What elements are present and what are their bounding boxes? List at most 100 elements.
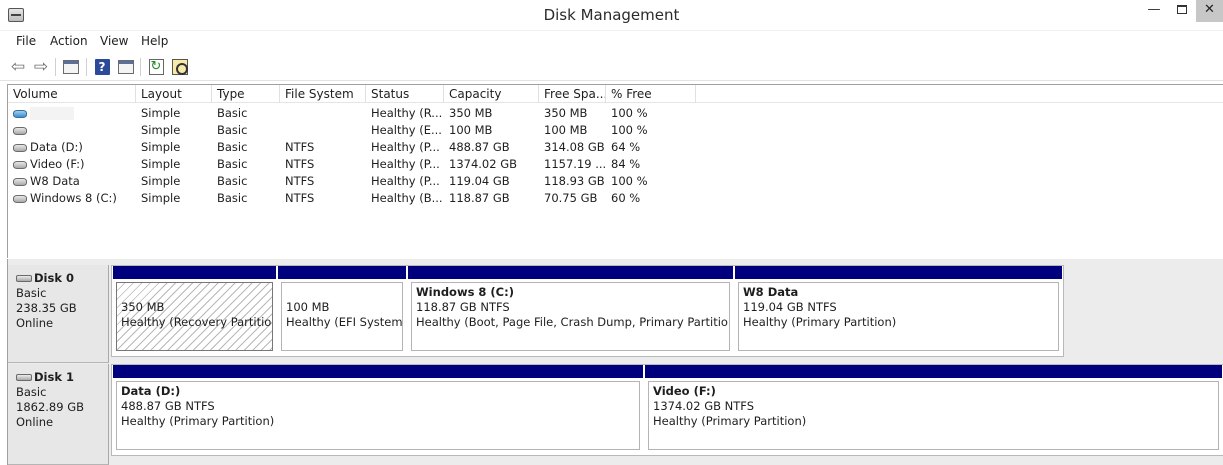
- disk-0-label[interactable]: Disk 0 Basic 238.35 GB Online: [8, 265, 109, 363]
- partition-bar: [645, 365, 1222, 378]
- cell-type: Basic: [217, 106, 248, 120]
- volume-name: Video (F:): [30, 157, 85, 171]
- disk-icon: [16, 275, 32, 282]
- cell-free-space: 350 MB: [544, 106, 588, 120]
- table-row[interactable]: W8 Data Simple Basic NTFS Healthy (P... …: [8, 173, 1223, 190]
- menu-file[interactable]: File: [14, 34, 38, 48]
- partition-body: W8 Data 119.04 GB NTFS Healthy (Primary …: [738, 282, 1059, 351]
- partition-name: Windows 8 (C:): [416, 285, 514, 299]
- partition-body: Windows 8 (C:) 118.87 GB NTFS Healthy (B…: [411, 282, 730, 351]
- cell-type: Basic: [217, 157, 248, 171]
- partition-data[interactable]: Data (D:) 488.87 GB NTFS Healthy (Primar…: [113, 365, 643, 453]
- properties-icon: [172, 59, 188, 75]
- maximize-button[interactable]: [1168, 0, 1196, 22]
- volume-name: W8 Data: [30, 174, 80, 188]
- disk-type: Basic: [16, 385, 47, 399]
- partition-recovery[interactable]: 350 MB Healthy (Recovery Partition): [113, 266, 276, 354]
- disk-row-1: Disk 1 Basic 1862.89 GB Online Data (D:)…: [8, 364, 1223, 465]
- show-hide-console-tree-button[interactable]: [61, 57, 81, 77]
- cell-free-space: 314.08 GB: [544, 140, 605, 154]
- volume-list: Volume Layout Type File System Status Ca…: [7, 84, 1223, 258]
- column-header-layout[interactable]: Layout: [136, 85, 212, 103]
- cell-type: Basic: [217, 191, 248, 205]
- partition-status: Healthy (EFI System P: [286, 315, 403, 329]
- volume-icon: [13, 144, 27, 152]
- menu-help[interactable]: Help: [139, 34, 170, 48]
- partition-bar: [735, 266, 1062, 279]
- toolbar-divider: [86, 58, 87, 76]
- column-header-capacity[interactable]: Capacity: [444, 85, 539, 103]
- column-header-status[interactable]: Status: [366, 85, 444, 103]
- table-row[interactable]: Windows 8 (C:) Simple Basic NTFS Healthy…: [8, 190, 1223, 207]
- disk-map-pane: Disk 0 Basic 238.35 GB Online 350 MB Hea…: [7, 259, 1223, 465]
- maximize-icon: [1177, 5, 1187, 14]
- window-title: Disk Management: [543, 6, 680, 24]
- partition-efi[interactable]: 100 MB Healthy (EFI System P: [278, 266, 406, 354]
- cell-percent-free: 64 %: [611, 140, 641, 154]
- partition-status: Healthy (Primary Partition): [121, 414, 275, 428]
- table-row[interactable]: Simple Basic Healthy (R... 350 MB 350 MB…: [8, 105, 1223, 122]
- cell-capacity: 119.04 GB: [449, 174, 510, 188]
- cell-file-system: [280, 122, 366, 139]
- disk-name: Disk 0: [34, 271, 74, 285]
- cell-status: Healthy (P...: [371, 140, 440, 154]
- column-header-free-space[interactable]: Free Spa...: [539, 85, 606, 103]
- toolbar-divider: [140, 58, 141, 76]
- cell-layout: Simple: [141, 174, 181, 188]
- show-action-pane-button[interactable]: [116, 57, 136, 77]
- properties-button[interactable]: [170, 57, 190, 77]
- partition-size: 350 MB: [121, 300, 165, 314]
- forward-button[interactable]: ⇨: [31, 57, 51, 77]
- cell-capacity: 1374.02 GB: [449, 157, 518, 171]
- cell-percent-free: 84 %: [611, 157, 641, 171]
- partition-name: [286, 285, 398, 300]
- refresh-button[interactable]: ↻: [146, 57, 166, 77]
- show-pane-icon: [118, 60, 134, 74]
- volume-icon: [13, 161, 27, 169]
- back-button[interactable]: ⇦: [8, 57, 28, 77]
- partition-bar: [113, 365, 643, 378]
- table-row[interactable]: Data (D:) Simple Basic NTFS Healthy (P..…: [8, 139, 1223, 156]
- table-row[interactable]: Simple Basic Healthy (E... 100 MB 100 MB…: [8, 122, 1223, 139]
- volume-name: Windows 8 (C:): [30, 191, 117, 205]
- cell-capacity: 100 MB: [449, 123, 493, 137]
- column-header-type[interactable]: Type: [212, 85, 280, 103]
- cell-layout: Simple: [141, 123, 181, 137]
- cell-layout: Simple: [141, 106, 181, 120]
- volume-icon: [13, 127, 27, 135]
- menu-view[interactable]: View: [98, 34, 130, 48]
- cell-file-system: NTFS: [285, 174, 315, 188]
- column-header-volume[interactable]: Volume: [8, 85, 136, 103]
- title-bar: Disk Management — ✕: [0, 0, 1223, 31]
- help-button[interactable]: ?: [92, 57, 112, 77]
- disk-status: Online: [16, 316, 54, 330]
- close-button[interactable]: ✕: [1196, 0, 1223, 22]
- partition-bar: [408, 266, 733, 279]
- table-row[interactable]: Video (F:) Simple Basic NTFS Healthy (P.…: [8, 156, 1223, 173]
- partition-w8-data[interactable]: W8 Data 119.04 GB NTFS Healthy (Primary …: [735, 266, 1062, 354]
- disk-1-label[interactable]: Disk 1 Basic 1862.89 GB Online: [8, 364, 109, 465]
- cell-status: Healthy (P...: [371, 174, 440, 188]
- forward-arrow-icon: ⇨: [33, 57, 49, 77]
- partition-bar: [113, 266, 276, 279]
- cell-capacity: 118.87 GB: [449, 191, 510, 205]
- cell-free-space: 118.93 GB: [544, 174, 605, 188]
- cell-file-system: NTFS: [285, 157, 315, 171]
- partition-name: [121, 285, 268, 300]
- partition-windows-8[interactable]: Windows 8 (C:) 118.87 GB NTFS Healthy (B…: [408, 266, 733, 354]
- partition-body: 350 MB Healthy (Recovery Partition): [116, 282, 273, 351]
- partition-size: 1374.02 GB NTFS: [653, 399, 755, 413]
- column-header-file-system[interactable]: File System: [280, 85, 366, 103]
- cell-percent-free: 100 %: [611, 123, 648, 137]
- cell-file-system: NTFS: [285, 191, 315, 205]
- partition-status: Healthy (Primary Partition): [653, 414, 807, 428]
- menu-action[interactable]: Action: [48, 34, 90, 48]
- column-header-percent-free[interactable]: % Free: [606, 85, 696, 103]
- cell-status: Healthy (P...: [371, 157, 440, 171]
- cell-status: Healthy (R...: [371, 106, 443, 120]
- minimize-button[interactable]: —: [1140, 0, 1168, 22]
- disk-size: 238.35 GB: [16, 301, 77, 315]
- cell-file-system: [280, 105, 366, 122]
- cell-percent-free: 100 %: [611, 174, 648, 188]
- partition-video[interactable]: Video (F:) 1374.02 GB NTFS Healthy (Prim…: [645, 365, 1222, 453]
